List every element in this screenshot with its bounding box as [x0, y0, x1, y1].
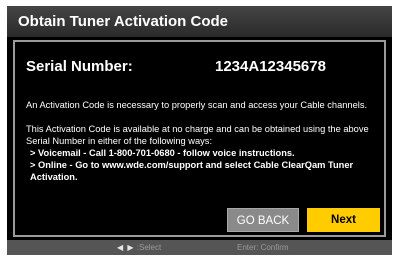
left-right-arrows-icon: ◀ ▶ [117, 243, 135, 252]
serial-number-label: Serial Number: [26, 58, 133, 75]
activation-info-paragraph: An Activation Code is necessary to prope… [26, 100, 368, 110]
voicemail-instruction: > Voicemail - Call 1-800-701-0680 - foll… [30, 148, 295, 158]
activation-dialog: Obtain Tuner Activation Code Serial Numb… [7, 6, 392, 255]
online-instruction: > Online - Go to www.wde.com/support and… [30, 160, 354, 182]
dialog-title: Obtain Tuner Activation Code [18, 13, 229, 30]
select-hint-label: :Select [136, 243, 162, 252]
confirm-hint: Enter: Confirm [237, 243, 289, 252]
go-back-button[interactable]: GO BACK [227, 208, 299, 232]
content-panel: Serial Number: 1234A12345678 An Activati… [13, 40, 386, 237]
footer-hint-bar: ◀ ▶ :Select Enter: Confirm [7, 240, 392, 255]
select-hint: ◀ ▶ :Select [117, 240, 161, 255]
next-button[interactable]: Next [307, 208, 380, 232]
activation-method-paragraph: This Activation Code is available at no … [26, 124, 369, 146]
serial-number-value: 1234A12345678 [215, 58, 326, 75]
title-bar: Obtain Tuner Activation Code [7, 6, 392, 37]
